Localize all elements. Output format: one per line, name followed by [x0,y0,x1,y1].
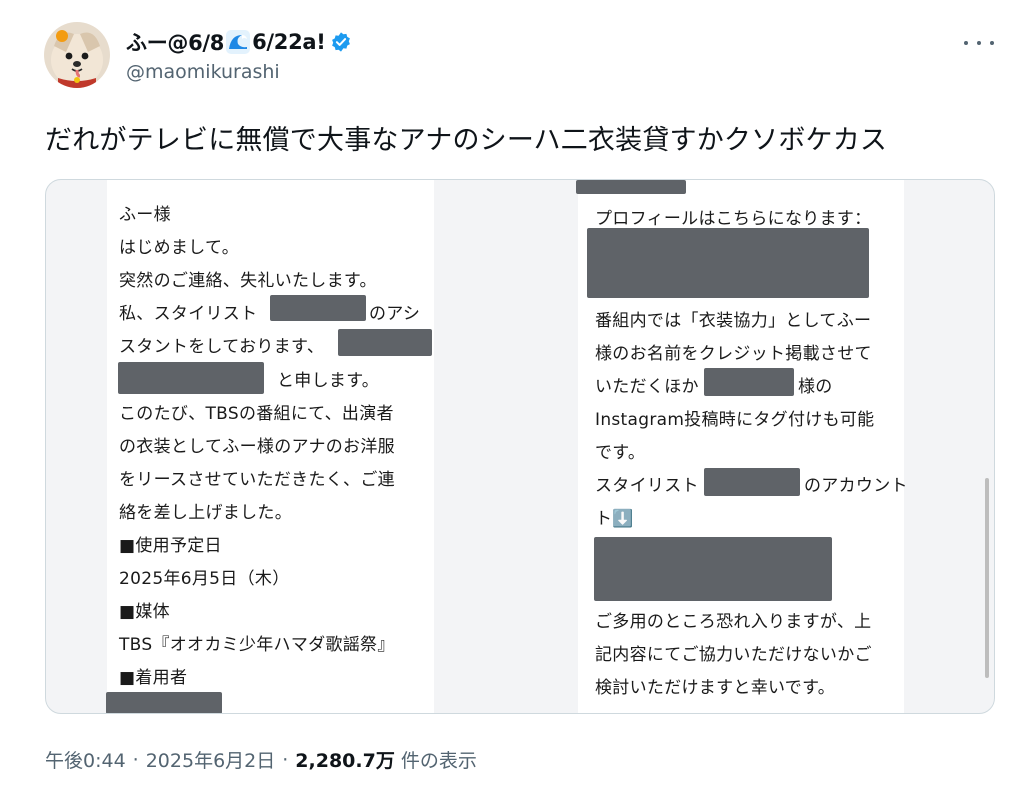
tweet-time[interactable]: 午後0:44 [45,746,126,773]
redaction-block [704,368,794,396]
left-line: このたび、TBSの番組にて、出演者 [119,404,394,424]
right-line: のアカウント [804,476,908,496]
author-name-row[interactable]: ふー@6/8 6/22a! [126,27,352,57]
right-line: いただくほか [595,377,699,397]
right-line: ご多用のところ恐れ入りますが、上 [595,612,872,632]
left-line: 突然のご連絡、失礼いたします。 [119,271,377,291]
author-display-name[interactable]: ふー@6/8 6/22a! [126,27,326,57]
right-line: スタイリスト [595,476,699,496]
avatar[interactable] [44,22,110,88]
left-line: 絡を差し上げました。 [119,503,292,523]
redaction-block [704,468,800,496]
left-line: をリースさせていただきたく、ご連 [119,470,395,490]
dot [990,41,994,45]
dot [964,41,968,45]
redaction-block [118,362,264,394]
verified-badge-icon[interactable] [330,31,352,53]
left-line: 2025年6月5日（木） [119,569,290,589]
redaction-block [587,228,869,298]
tweet-meta: 午後0:44 · 2025年6月2日 · 2,280.7万 件の表示 [45,746,477,773]
meta-separator: · [282,748,289,771]
image-scrollbar [985,478,989,678]
left-line: ■媒体 [119,602,170,622]
display-name-part2: 6/22a! [252,30,326,54]
right-line: 様のお名前をクレジット掲載させて [595,344,872,364]
right-line: 番組内では「衣装協力」としてふー [595,311,872,331]
tweet-text: だれがテレビに無償で大事なアナのシーハ二衣装貸すかクソボケカス [45,125,888,156]
tweet-date[interactable]: 2025年6月2日 [146,746,276,773]
meta-separator: · [132,748,139,771]
right-line: プロフィールはこちらになります： [595,209,872,229]
left-line: のアシ [369,304,421,324]
redaction-block [594,537,832,601]
redaction-block [338,329,432,356]
redaction-block [270,295,366,321]
right-line: 様の [798,377,833,397]
redaction-block [576,180,686,194]
left-line: TBS『オオカミ少年ハマダ歌謡祭』 [119,635,395,655]
right-line: Instagram投稿時にタグ付けも可能 [595,410,875,430]
dot [977,41,981,45]
right-line: 検討いただけますと幸いです。 [595,678,835,698]
views-label: 件の表示 [400,750,477,772]
pomeranian-dog-avatar-icon [44,22,110,88]
left-line: ■使用予定日 [119,536,222,556]
redaction-block [106,692,222,713]
wave-emoji-icon [226,30,251,54]
left-line: の衣装としてふー様のアナのお洋服 [119,437,395,457]
more-options-icon[interactable] [964,36,994,50]
left-line: 私、スタイリスト [119,304,258,324]
left-line: スタントをしております、 [119,337,325,357]
display-name-part1: ふー@6/8 [126,31,225,55]
right-line: 記内容にてご協力いただけないかご [595,645,872,665]
left-line: と申します。 [277,371,380,391]
author-handle[interactable]: @maomikurashi [126,61,280,83]
left-line: はじめまして。 [119,238,240,258]
left-line: ■着用者 [119,668,188,688]
down-arrow-line: ト⬇️ [595,509,634,529]
views-count[interactable]: 2,280.7万 [295,746,395,773]
left-line: ふー様 [119,205,171,225]
tweet-media-image[interactable]: ふー様 はじめまして。 突然のご連絡、失礼いたします。 私、スタイリスト のアシ… [45,179,995,714]
right-line: です。 [595,443,646,463]
